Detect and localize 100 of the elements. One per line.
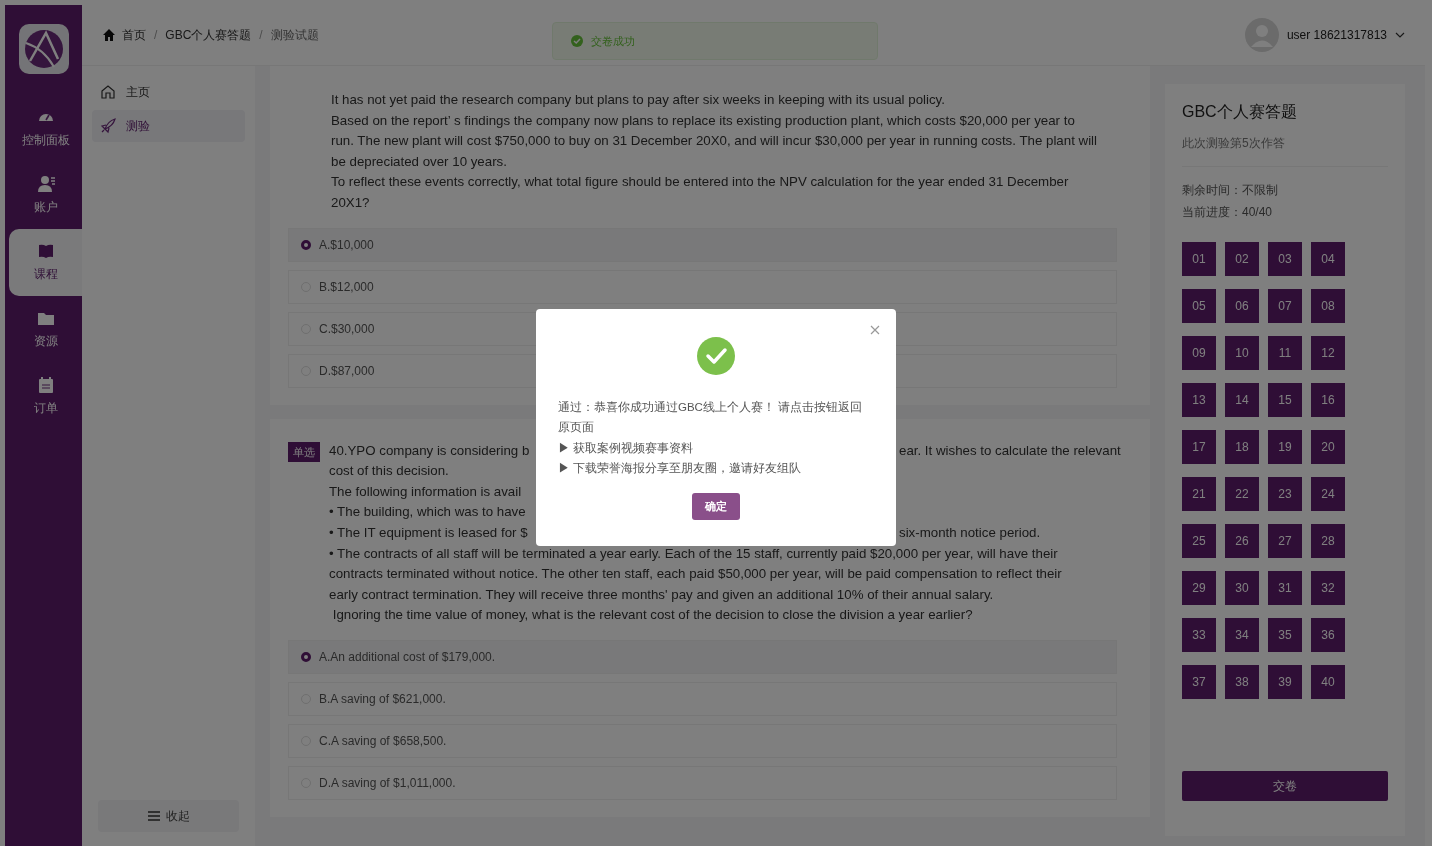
question-text: Ignoring the time value of money, what is the relevant cost of the decision to close the division a year earlier? xyxy=(331,606,973,625)
dialog-message: 通过：恭喜你成功通过GBC线上个人赛！ 请点击按钮返回原页面 xyxy=(558,399,864,435)
radio-button[interactable] xyxy=(301,651,311,662)
answer-option[interactable]: D.A saving of $1,011,000. xyxy=(288,765,1117,800)
question-text: 20X1? xyxy=(331,193,370,212)
question-number-button[interactable]: 25 xyxy=(1182,524,1216,558)
question-number-button[interactable]: 08 xyxy=(1311,289,1345,323)
question-text: six-month notice period. xyxy=(899,523,1041,542)
question-number-button[interactable]: 28 xyxy=(1311,524,1345,558)
question-number-button[interactable]: 06 xyxy=(1225,289,1259,323)
sidebar-item[interactable]: 订单 xyxy=(9,363,82,430)
question-number-button[interactable]: 01 xyxy=(1182,242,1216,276)
question-number-button[interactable]: 40 xyxy=(1311,665,1345,699)
question-number-button[interactable]: 15 xyxy=(1268,383,1302,417)
answer-option[interactable]: A.$10,000 xyxy=(288,227,1117,262)
question-number-button[interactable]: 07 xyxy=(1268,289,1302,323)
question-number-button[interactable]: 02 xyxy=(1225,242,1259,276)
collapse-button[interactable]: 收起 xyxy=(98,800,239,832)
sidebar-item[interactable]: 控制面板 xyxy=(9,95,82,162)
calendar-icon xyxy=(36,376,55,394)
remaining-time: 剩余时间：不限制 xyxy=(1182,182,1279,199)
question-number-button[interactable]: 05 xyxy=(1182,289,1216,323)
question-number-button[interactable]: 22 xyxy=(1225,477,1259,511)
sidebar-item[interactable]: 课程 xyxy=(9,229,82,296)
question-text: 40.YPO company is considering b xyxy=(329,441,530,460)
user-name[interactable]: user 18621317813 xyxy=(1286,28,1387,42)
menu-item[interactable]: 主页 xyxy=(92,76,245,108)
question-text: The following information is avail xyxy=(329,482,522,501)
question-number-button[interactable]: 18 xyxy=(1225,430,1259,464)
submit-button[interactable]: 交卷 xyxy=(1182,771,1388,801)
question-number-button[interactable]: 35 xyxy=(1268,618,1302,652)
question-number-button[interactable]: 20 xyxy=(1311,430,1345,464)
book-icon xyxy=(36,242,55,260)
question-number-button[interactable]: 27 xyxy=(1268,524,1302,558)
question-number-button[interactable]: 04 xyxy=(1311,242,1345,276)
attempt-text: 此次测验第5次作答 xyxy=(1182,135,1286,152)
answer-option[interactable]: B.A saving of $621,000. xyxy=(288,681,1117,716)
question-text: cost of this decision. xyxy=(329,462,449,481)
breadcrumb-separator: / xyxy=(259,28,263,42)
question-number-button[interactable]: 39 xyxy=(1268,665,1302,699)
question-number-button[interactable]: 16 xyxy=(1311,383,1345,417)
question-number-button[interactable]: 24 xyxy=(1311,477,1345,511)
toast-text: 交卷成功 xyxy=(591,33,635,49)
question-text: It has not yet paid the research company but plans to pay after six weeks in keeping with its usual policy. xyxy=(331,91,945,109)
question-number-button[interactable]: 37 xyxy=(1182,665,1216,699)
question-number-button[interactable]: 30 xyxy=(1225,571,1259,605)
question-text: • The contracts of all staff will be terminated a year early. Each of the 15 staff, currently paid $20,000 per year, will have their xyxy=(329,544,1058,563)
sidebar-item[interactable]: 资源 xyxy=(9,296,82,363)
question-number-button[interactable]: 32 xyxy=(1311,571,1345,605)
question-number-button[interactable]: 14 xyxy=(1225,383,1259,417)
check-circle-icon xyxy=(571,35,583,47)
answer-option[interactable]: C.A saving of $658,500. xyxy=(288,723,1117,758)
question-number-button[interactable]: 26 xyxy=(1225,524,1259,558)
close-icon[interactable] xyxy=(870,324,880,335)
breadcrumb-separator: / xyxy=(154,28,158,42)
dialog-list-item: ▶ 下载荣誉海报分享至朋友圈，邀请好友组队 xyxy=(558,461,803,476)
question-number-button[interactable]: 29 xyxy=(1182,571,1216,605)
question-number-button[interactable]: 17 xyxy=(1182,430,1216,464)
dialog-list-item: ▶ 获取案例视频赛事资料 xyxy=(558,440,695,456)
radio-button[interactable] xyxy=(301,239,311,250)
panel-title: GBC个人赛答题 xyxy=(1182,102,1298,122)
question-text: be depreciated over 10 years. xyxy=(331,152,507,171)
rocket-icon xyxy=(100,118,116,134)
answer-option[interactable]: B.$12,000 xyxy=(288,269,1117,304)
breadcrumb-current: 测验试题 xyxy=(270,26,319,44)
question-text: run. The new plant will cost $750,000 to buy on 31 December 20X0, and will incur $30,000 per year in running costs. The plant will xyxy=(331,132,1097,151)
house-icon xyxy=(100,84,116,100)
question-text: • The IT equipment is leased for $ xyxy=(329,523,528,542)
question-number-button[interactable]: 09 xyxy=(1182,336,1216,370)
menu-icon xyxy=(147,811,160,821)
question-type-tag: 单选 xyxy=(288,441,320,462)
user-icon xyxy=(36,175,55,193)
question-number-button[interactable]: 34 xyxy=(1225,618,1259,652)
question-number-button[interactable]: 19 xyxy=(1268,430,1302,464)
breadcrumb-link[interactable]: GBC个人赛答题 xyxy=(165,26,252,44)
caret-icon xyxy=(1395,32,1405,38)
question-number-button[interactable]: 31 xyxy=(1268,571,1302,605)
question-number-button[interactable]: 12 xyxy=(1311,336,1345,370)
question-number-button[interactable]: 21 xyxy=(1182,477,1216,511)
question-number-button[interactable]: 33 xyxy=(1182,618,1216,652)
question-number-button[interactable]: 10 xyxy=(1225,336,1259,370)
answer-option[interactable]: A.An additional cost of $179,000. xyxy=(288,639,1117,674)
question-text: contracts terminated without notice. The other ten staff, each paid $50,000 per year, will be paid compensation to reflect their xyxy=(329,565,1062,584)
progress-text: 当前进度：40/40 xyxy=(1182,204,1274,221)
question-number-button[interactable]: 23 xyxy=(1268,477,1302,511)
question-number-button[interactable]: 13 xyxy=(1182,383,1216,417)
menu-item[interactable]: 测验 xyxy=(92,110,245,142)
question-text: ear. It wishes to calculate the relevant xyxy=(899,441,1121,460)
check-circle-icon xyxy=(697,336,735,375)
confirm-button[interactable]: 确定 xyxy=(692,492,740,520)
question-number-button[interactable]: 38 xyxy=(1225,665,1259,699)
breadcrumb-link[interactable]: 首页 xyxy=(122,26,146,44)
question-number-button[interactable]: 36 xyxy=(1311,618,1345,652)
home-icon xyxy=(102,28,116,42)
question-number-button[interactable]: 11 xyxy=(1268,336,1302,370)
question-text: Based on the report’ s findings the company now plans to replace its existing production plant, which costs $20,000 per year to xyxy=(331,111,1075,130)
question-text: early contract termination. They will receive three months' pay and given an additional 10% of their annual salary. xyxy=(329,585,994,604)
sidebar-item[interactable]: 账户 xyxy=(9,162,82,229)
question-number-button[interactable]: 03 xyxy=(1268,242,1302,276)
logo-icon xyxy=(17,23,70,75)
